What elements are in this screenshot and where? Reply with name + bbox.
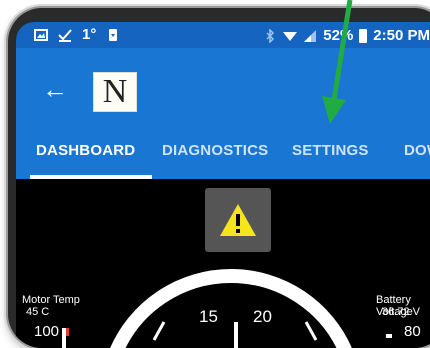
speedometer-tick-label: 20: [253, 307, 272, 326]
speedometer-tick-label: 15: [199, 307, 218, 326]
annotation-arrow: [322, 0, 353, 124]
